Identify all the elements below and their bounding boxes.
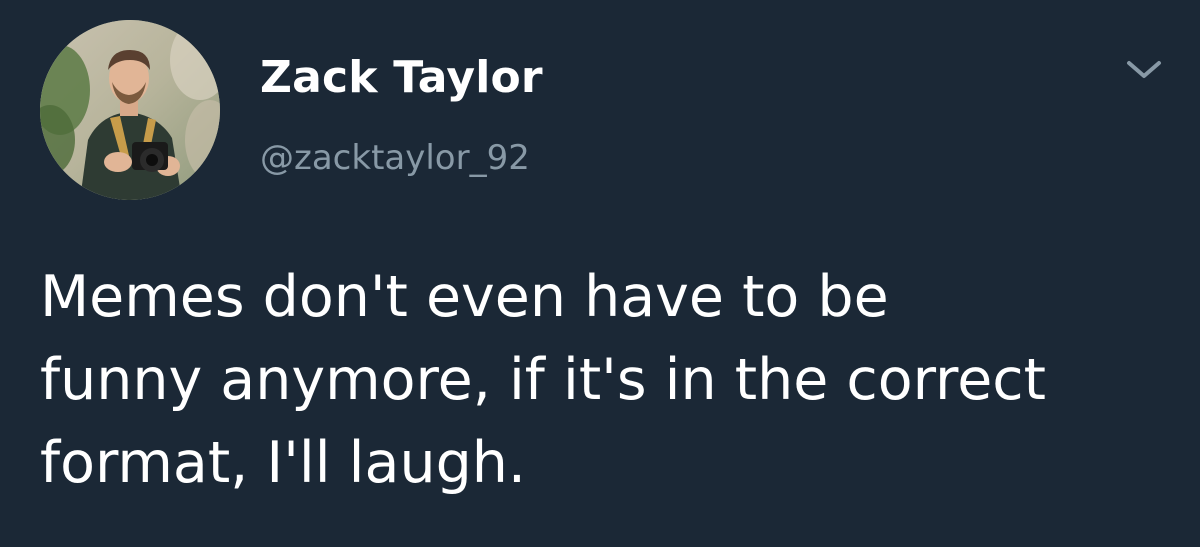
avatar[interactable] <box>40 20 220 200</box>
chevron-down-icon[interactable] <box>1124 54 1164 84</box>
tweet-text: Memes don't even have to be funny anymor… <box>40 264 1046 496</box>
tweet-card: Zack Taylor @zacktaylor_92 Memes don't e… <box>0 0 1200 547</box>
display-name[interactable]: Zack Taylor <box>260 52 543 103</box>
avatar-photo <box>40 20 220 200</box>
user-handle[interactable]: @zacktaylor_92 <box>260 138 530 178</box>
